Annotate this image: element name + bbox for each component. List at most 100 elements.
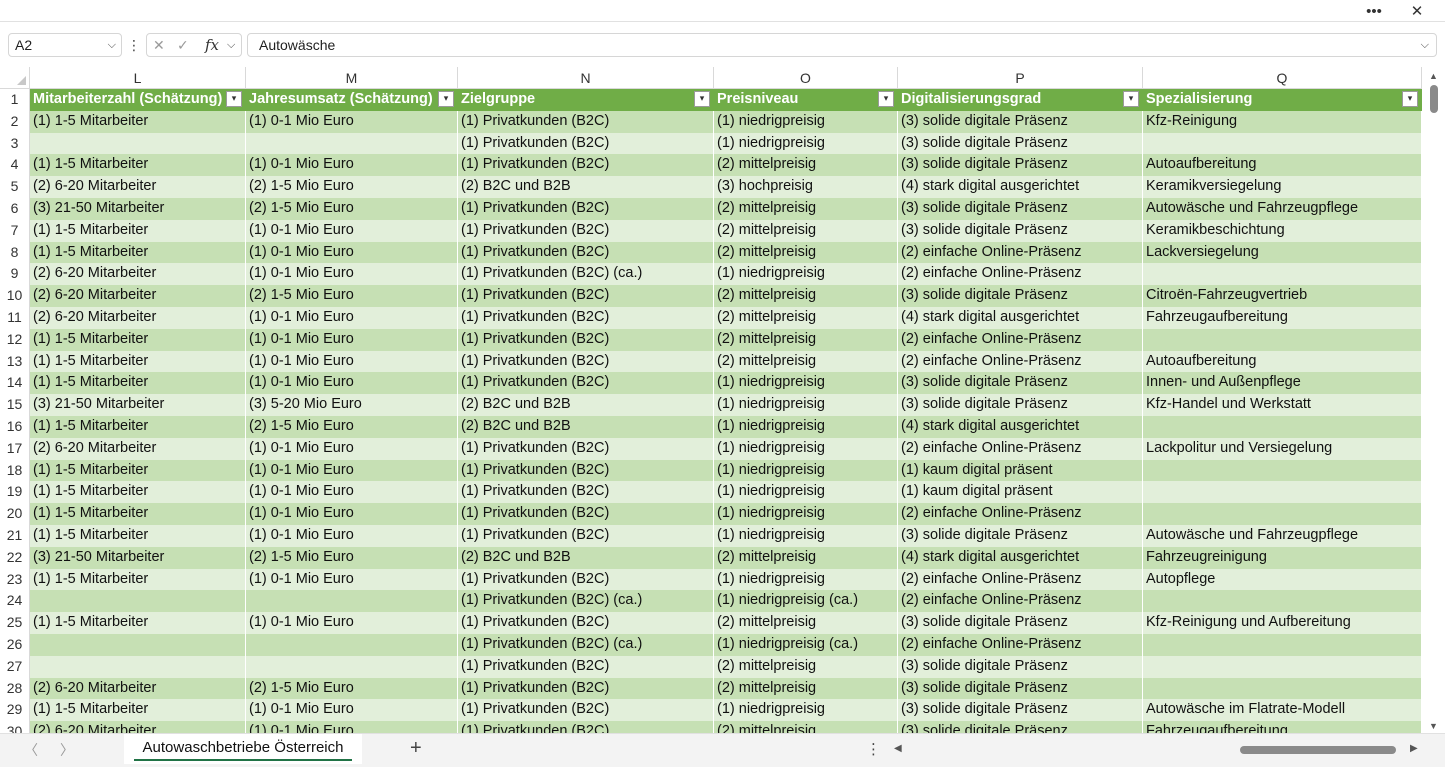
- row-number[interactable]: 27: [0, 655, 30, 678]
- table-cell[interactable]: (1) Privatkunden (B2C) (ca.): [458, 634, 714, 656]
- next-sheet-icon[interactable]: 〉: [60, 740, 74, 760]
- table-cell[interactable]: (2) 6-20 Mitarbeiter: [30, 677, 246, 700]
- table-cell[interactable]: (2) 1-5 Mio Euro: [246, 198, 458, 220]
- header-cell[interactable]: Mitarbeiterzahl (Schätzung) ▾: [30, 89, 246, 111]
- table-cell[interactable]: (1) niedrigpreisig: [714, 132, 898, 155]
- row-number[interactable]: 24: [0, 590, 30, 613]
- table-cell[interactable]: (2) 1-5 Mio Euro: [246, 176, 458, 198]
- filter-dropdown-icon[interactable]: ▾: [226, 91, 242, 107]
- table-cell[interactable]: (2) einfache Online-Präsenz: [898, 437, 1143, 460]
- table-cell[interactable]: (3) solide digitale Präsenz: [898, 219, 1143, 242]
- column-header-4[interactable]: P: [898, 67, 1143, 89]
- row-number[interactable]: 15: [0, 394, 30, 416]
- table-cell[interactable]: (1) 1-5 Mitarbeiter: [30, 110, 246, 133]
- row-number[interactable]: 3: [0, 132, 30, 155]
- row-number[interactable]: 20: [0, 503, 30, 525]
- table-cell[interactable]: (2) mittelpreisig: [714, 219, 898, 242]
- row-number[interactable]: 29: [0, 699, 30, 722]
- table-cell[interactable]: [246, 655, 458, 678]
- table-cell[interactable]: Lackversiegelung: [1143, 241, 1422, 264]
- table-cell[interactable]: [1143, 677, 1422, 700]
- table-cell[interactable]: [246, 590, 458, 613]
- table-cell[interactable]: (1) Privatkunden (B2C): [458, 699, 714, 722]
- table-cell[interactable]: (1) niedrigpreisig: [714, 437, 898, 460]
- table-cell[interactable]: Citroën-Fahrzeugvertrieb: [1143, 285, 1422, 307]
- table-cell[interactable]: (1) Privatkunden (B2C) (ca.): [458, 263, 714, 286]
- table-cell[interactable]: (1) 1-5 Mitarbeiter: [30, 372, 246, 395]
- table-cell[interactable]: (1) 1-5 Mitarbeiter: [30, 612, 246, 634]
- filter-dropdown-icon[interactable]: ▾: [438, 91, 454, 107]
- table-cell[interactable]: (1) 1-5 Mitarbeiter: [30, 328, 246, 351]
- column-header-3[interactable]: O: [714, 67, 898, 89]
- table-cell[interactable]: (1) kaum digital präsent: [898, 481, 1143, 504]
- table-cell[interactable]: (2) einfache Online-Präsenz: [898, 590, 1143, 613]
- table-cell[interactable]: (2) mittelpreisig: [714, 241, 898, 264]
- row-number[interactable]: 25: [0, 612, 30, 634]
- row-number[interactable]: 18: [0, 459, 30, 482]
- header-cell[interactable]: Digitalisierungsgrad ▾: [898, 89, 1143, 111]
- close-icon[interactable]: ✕: [1399, 0, 1435, 22]
- table-cell[interactable]: Fahrzeugreinigung: [1143, 546, 1422, 569]
- row-number[interactable]: 11: [0, 307, 30, 329]
- table-cell[interactable]: (1) Privatkunden (B2C): [458, 459, 714, 482]
- table-cell[interactable]: (2) mittelpreisig: [714, 612, 898, 634]
- table-cell[interactable]: [1143, 634, 1422, 656]
- table-cell[interactable]: (2) mittelpreisig: [714, 328, 898, 351]
- filter-dropdown-icon[interactable]: ▾: [1123, 91, 1139, 107]
- table-cell[interactable]: Autoaufbereitung: [1143, 154, 1422, 177]
- table-cell[interactable]: (3) 21-50 Mitarbeiter: [30, 546, 246, 569]
- table-cell[interactable]: (1) niedrigpreisig: [714, 394, 898, 416]
- table-cell[interactable]: (1) 1-5 Mitarbeiter: [30, 219, 246, 242]
- chevron-down-icon[interactable]: ⌵: [108, 34, 116, 56]
- column-header-5[interactable]: Q: [1143, 67, 1422, 89]
- table-cell[interactable]: (1) Privatkunden (B2C): [458, 503, 714, 525]
- table-cell[interactable]: (1) niedrigpreisig: [714, 568, 898, 591]
- table-cell[interactable]: Autoaufbereitung: [1143, 350, 1422, 373]
- table-cell[interactable]: [1143, 416, 1422, 438]
- more-options-icon[interactable]: •••: [1356, 0, 1392, 22]
- row-number[interactable]: 5: [0, 176, 30, 198]
- table-cell[interactable]: (1) niedrigpreisig: [714, 699, 898, 722]
- add-sheet-icon[interactable]: +: [410, 737, 422, 760]
- header-cell[interactable]: Spezialisierung ▾: [1143, 89, 1422, 111]
- header-cell[interactable]: Preisniveau ▾: [714, 89, 898, 111]
- table-cell[interactable]: (3) 21-50 Mitarbeiter: [30, 394, 246, 416]
- table-cell[interactable]: (1) niedrigpreisig (ca.): [714, 634, 898, 656]
- table-cell[interactable]: (1) Privatkunden (B2C): [458, 350, 714, 373]
- table-cell[interactable]: (1) Privatkunden (B2C): [458, 655, 714, 678]
- table-cell[interactable]: (1) 1-5 Mitarbeiter: [30, 416, 246, 438]
- table-cell[interactable]: (2) mittelpreisig: [714, 307, 898, 329]
- table-cell[interactable]: (1) Privatkunden (B2C): [458, 154, 714, 177]
- table-cell[interactable]: (2) einfache Online-Präsenz: [898, 350, 1143, 373]
- table-cell[interactable]: (2) 6-20 Mitarbeiter: [30, 437, 246, 460]
- table-cell[interactable]: (1) 1-5 Mitarbeiter: [30, 568, 246, 591]
- horizontal-scroll-thumb[interactable]: [1240, 746, 1396, 754]
- row-number[interactable]: 23: [0, 568, 30, 591]
- table-cell[interactable]: [30, 655, 246, 678]
- table-cell[interactable]: Keramikversiegelung: [1143, 176, 1422, 198]
- table-cell[interactable]: (1) 0-1 Mio Euro: [246, 568, 458, 591]
- table-cell[interactable]: [30, 590, 246, 613]
- table-cell[interactable]: (1) niedrigpreisig: [714, 503, 898, 525]
- row-number[interactable]: 10: [0, 285, 30, 307]
- row-number[interactable]: 17: [0, 437, 30, 460]
- table-cell[interactable]: (2) 6-20 Mitarbeiter: [30, 285, 246, 307]
- table-cell[interactable]: (3) solide digitale Präsenz: [898, 198, 1143, 220]
- table-cell[interactable]: (1) 1-5 Mitarbeiter: [30, 525, 246, 547]
- table-cell[interactable]: Keramikbeschichtung: [1143, 219, 1422, 242]
- table-cell[interactable]: Fahrzeugaufbereitung: [1143, 721, 1422, 733]
- table-cell[interactable]: (4) stark digital ausgerichtet: [898, 176, 1143, 198]
- row-number[interactable]: 30: [0, 721, 30, 733]
- scroll-up-icon[interactable]: ▲: [1429, 71, 1438, 81]
- table-cell[interactable]: (3) solide digitale Präsenz: [898, 525, 1143, 547]
- table-cell[interactable]: (3) 5-20 Mio Euro: [246, 394, 458, 416]
- table-cell[interactable]: (3) solide digitale Präsenz: [898, 655, 1143, 678]
- table-cell[interactable]: (2) mittelpreisig: [714, 154, 898, 177]
- header-cell[interactable]: Jahresumsatz (Schätzung) ▾: [246, 89, 458, 111]
- table-cell[interactable]: (1) 0-1 Mio Euro: [246, 721, 458, 733]
- scroll-down-icon[interactable]: ▼: [1429, 721, 1438, 731]
- table-cell[interactable]: (1) 1-5 Mitarbeiter: [30, 481, 246, 504]
- row-number[interactable]: 2: [0, 110, 30, 133]
- table-cell[interactable]: (1) Privatkunden (B2C): [458, 328, 714, 351]
- table-cell[interactable]: (3) solide digitale Präsenz: [898, 699, 1143, 722]
